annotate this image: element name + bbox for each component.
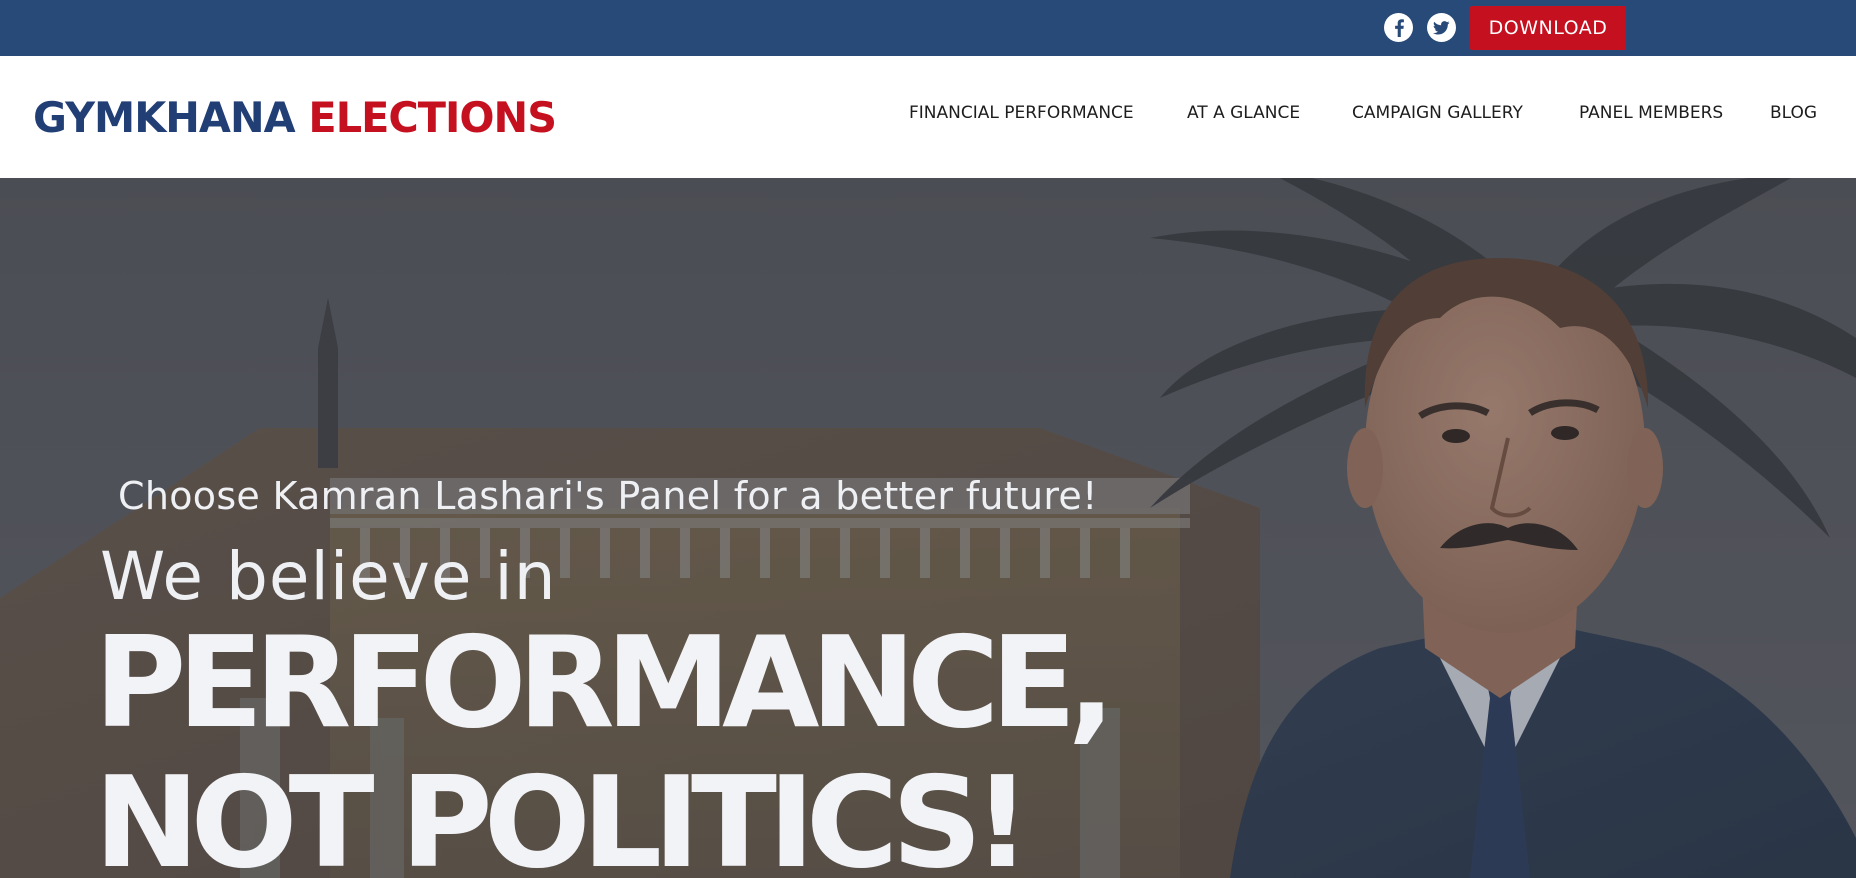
- hero-headline-not-politics: NOT POLITICS!: [94, 749, 1031, 878]
- top-bar: DOWNLOAD: [0, 0, 1856, 56]
- nav-campaign-gallery[interactable]: CAMPAIGN GALLERY: [1352, 100, 1523, 126]
- twitter-icon: [1433, 20, 1450, 35]
- facebook-icon: [1394, 18, 1404, 37]
- twitter-link[interactable]: [1427, 13, 1456, 42]
- page: DOWNLOAD GYMKHANA ELECTIONS FINANCIAL PER…: [0, 0, 1856, 878]
- nav-at-a-glance[interactable]: AT A GLANCE: [1187, 100, 1300, 126]
- logo-text-gymkhana: GYMKHANA: [33, 93, 296, 142]
- download-button[interactable]: DOWNLOAD: [1470, 6, 1626, 50]
- site-header: GYMKHANA ELECTIONS FINANCIAL PERFORMANCE …: [0, 56, 1856, 178]
- nav-blog[interactable]: BLOG: [1770, 100, 1817, 126]
- site-logo[interactable]: GYMKHANA ELECTIONS: [33, 93, 557, 142]
- hero-headline-performance: PERFORMANCE,: [94, 609, 1115, 756]
- hero-banner: Choose Kamran Lashari's Panel for a bett…: [0, 178, 1856, 878]
- facebook-link[interactable]: [1384, 13, 1413, 42]
- hero-subtitle: Choose Kamran Lashari's Panel for a bett…: [118, 474, 1098, 518]
- nav-panel-members[interactable]: PANEL MEMBERS: [1579, 100, 1723, 126]
- nav-financial-performance[interactable]: FINANCIAL PERFORMANCE: [909, 100, 1134, 126]
- logo-text-elections: ELECTIONS: [308, 93, 557, 142]
- hero-headline-intro: We believe in: [100, 538, 557, 615]
